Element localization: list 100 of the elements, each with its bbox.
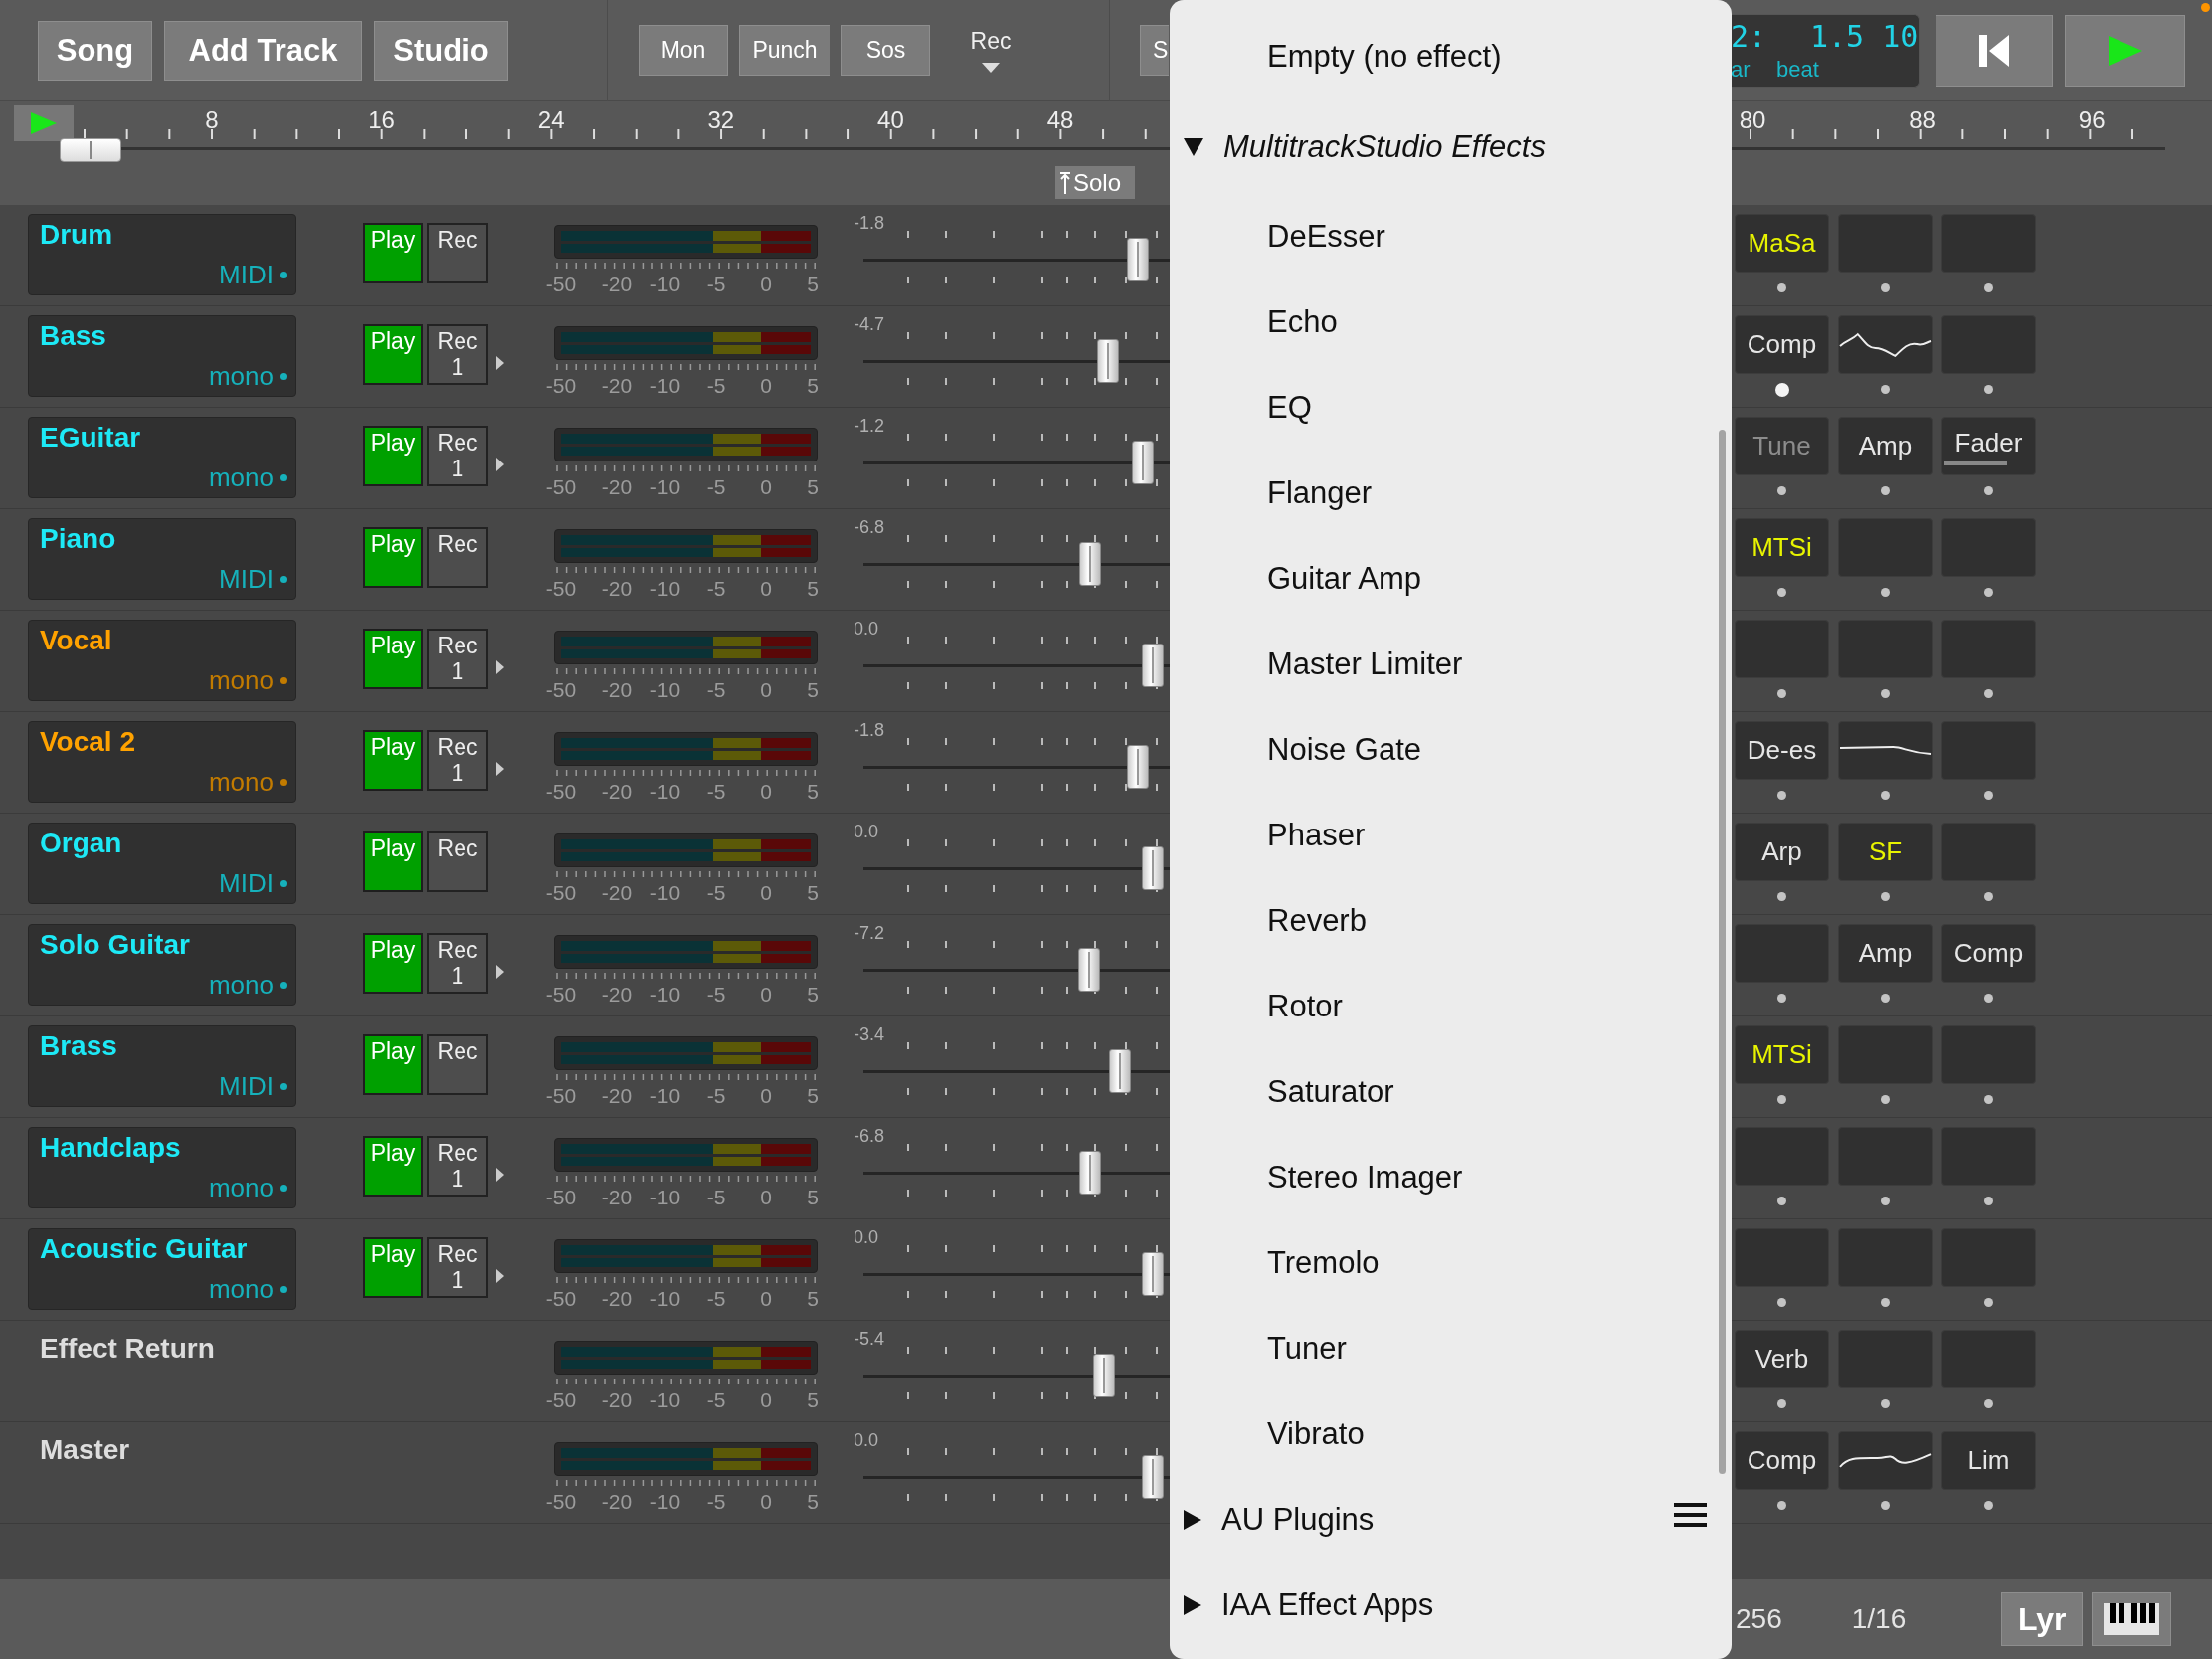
track-type: MIDI: [219, 564, 287, 595]
fader-thumb[interactable]: [1077, 948, 1100, 992]
toolbar-button[interactable]: Add Track: [164, 20, 362, 81]
track-header[interactable]: Vocal 2 mono: [28, 721, 296, 803]
menu-item[interactable]: Echo: [1170, 279, 1732, 365]
toolbar-button[interactable]: S: [1140, 25, 1169, 76]
fader-thumb[interactable]: [1142, 846, 1164, 890]
triangle-right-icon[interactable]: [496, 458, 504, 471]
track-header[interactable]: Brass MIDI: [28, 1025, 296, 1107]
rec-toggle[interactable]: Rec: [427, 223, 488, 283]
effect-slot[interactable]: SF: [1838, 823, 1933, 881]
fader-thumb[interactable]: [1079, 542, 1101, 586]
fader-thumb[interactable]: [1127, 238, 1149, 281]
menu-item[interactable]: DeEsser: [1170, 194, 1732, 279]
rec-toggle[interactable]: Rec 1: [427, 933, 488, 994]
menu-group[interactable]: IAA Effect Apps: [1170, 1563, 1732, 1648]
menu-item[interactable]: Tuner: [1170, 1306, 1732, 1391]
rec-toggle[interactable]: Rec: [427, 831, 488, 892]
menu-group[interactable]: MultitrackStudio Effects: [1170, 99, 1732, 194]
effect-slot[interactable]: Comp: [1735, 1431, 1829, 1490]
rec-toggle[interactable]: Rec 1: [427, 324, 488, 385]
rec-toggle[interactable]: Rec 1: [427, 629, 488, 689]
keyboard-button[interactable]: [2092, 1592, 2172, 1646]
fader-thumb[interactable]: [1097, 339, 1119, 383]
triangle-right-icon[interactable]: [496, 1168, 504, 1182]
piano-keys-icon: [2104, 1603, 2160, 1635]
meter-scale-label: -5: [706, 374, 726, 398]
fader-thumb[interactable]: [1109, 1049, 1131, 1093]
track-header[interactable]: Vocal mono: [28, 620, 296, 701]
solo-button[interactable]: Solo: [1055, 166, 1135, 199]
effect-slot[interactable]: MTSi: [1735, 518, 1829, 577]
menu-item[interactable]: Phaser: [1170, 793, 1732, 878]
rewind-button[interactable]: [1936, 14, 2053, 87]
effect-slot[interactable]: Fader: [1941, 417, 2036, 475]
track-header[interactable]: Bass mono: [28, 315, 296, 397]
effect-slot[interactable]: [1838, 1431, 1933, 1490]
menu-item[interactable]: Flanger: [1170, 451, 1732, 536]
effect-slot[interactable]: Lim: [1941, 1431, 2036, 1490]
toolbar-button[interactable]: Song: [38, 20, 152, 81]
track-header[interactable]: Piano MIDI: [28, 518, 296, 600]
menu-item[interactable]: Empty (no effect): [1170, 14, 1732, 99]
effect-slot[interactable]: MTSi: [1735, 1025, 1829, 1084]
fader-thumb[interactable]: [1092, 1354, 1115, 1397]
effect-slot[interactable]: Tune: [1735, 417, 1829, 475]
effect-slot[interactable]: Comp: [1941, 924, 2036, 983]
play-button[interactable]: [14, 105, 74, 141]
effect-slot[interactable]: Amp: [1838, 417, 1933, 475]
track-header[interactable]: EGuitar mono: [28, 417, 296, 498]
fader-thumb[interactable]: [1131, 441, 1154, 484]
menu-item[interactable]: Guitar Amp: [1170, 536, 1732, 622]
rec-toggle[interactable]: Rec: [427, 527, 488, 588]
menu-item[interactable]: EQ: [1170, 365, 1732, 451]
menu-item[interactable]: Saturator: [1170, 1049, 1732, 1135]
track-header[interactable]: Drum MIDI: [28, 214, 296, 295]
play-button[interactable]: [2065, 14, 2185, 87]
fader-thumb[interactable]: [1079, 1151, 1101, 1195]
scroll-handle[interactable]: [60, 138, 121, 162]
menu-item[interactable]: Reverb: [1170, 878, 1732, 964]
rec-toggle[interactable]: Rec 1: [427, 426, 488, 486]
effect-slot[interactable]: De-es: [1735, 721, 1829, 780]
triangle-right-icon[interactable]: [496, 1269, 504, 1283]
toggle-button[interactable]: Punch: [739, 25, 830, 76]
effect-slot[interactable]: [1838, 721, 1933, 780]
menu-item[interactable]: Stereo Imager: [1170, 1135, 1732, 1220]
track-header[interactable]: Organ MIDI: [28, 823, 296, 904]
toolbar-button[interactable]: Studio: [374, 20, 508, 81]
rec-toggle[interactable]: Rec: [427, 1034, 488, 1095]
menu-item[interactable]: Master Limiter: [1170, 622, 1732, 707]
menu-group[interactable]: AU Plugins: [1170, 1477, 1732, 1563]
rec-toggle[interactable]: Rec 1: [427, 1237, 488, 1298]
triangle-right-icon[interactable]: [496, 660, 504, 674]
triangle-right-icon[interactable]: [496, 356, 504, 370]
rec-toggle[interactable]: Rec 1: [427, 1136, 488, 1197]
track-header[interactable]: Solo Guitar mono: [28, 924, 296, 1006]
fader-thumb[interactable]: [1142, 644, 1164, 687]
fader-thumb[interactable]: [1127, 745, 1149, 789]
track-header[interactable]: Handclaps mono: [28, 1127, 296, 1208]
rec-dropdown[interactable]: Rec: [951, 28, 1030, 73]
effect-slot[interactable]: [1838, 315, 1933, 374]
fader-thumb[interactable]: [1142, 1455, 1164, 1499]
effect-slot[interactable]: MaSa: [1735, 214, 1829, 273]
scrollbar[interactable]: [1719, 430, 1726, 1474]
track-header[interactable]: Acoustic Guitar mono: [28, 1228, 296, 1310]
lyrics-button[interactable]: Lyr: [2001, 1592, 2084, 1646]
rec-toggle[interactable]: Rec 1: [427, 730, 488, 791]
effect-slot[interactable]: Verb: [1735, 1330, 1829, 1388]
effect-slot[interactable]: Amp: [1838, 924, 1933, 983]
menu-item[interactable]: Vibrato: [1170, 1391, 1732, 1477]
toggle-button[interactable]: Mon: [639, 25, 728, 76]
fader-thumb[interactable]: [1142, 1252, 1164, 1296]
effect-slot[interactable]: Arp: [1735, 823, 1829, 881]
menu-icon[interactable]: [1674, 1503, 1707, 1527]
menu-item[interactable]: Rotor: [1170, 964, 1732, 1049]
menu-item[interactable]: Tremolo: [1170, 1220, 1732, 1306]
triangle-right-icon[interactable]: [496, 762, 504, 776]
menu-item[interactable]: Noise Gate: [1170, 707, 1732, 793]
effect-slot[interactable]: Comp: [1735, 315, 1829, 374]
toggle-button[interactable]: Sos: [841, 25, 930, 76]
triangle-right-icon[interactable]: [496, 965, 504, 979]
meter-scale-label: -10: [649, 1388, 681, 1412]
